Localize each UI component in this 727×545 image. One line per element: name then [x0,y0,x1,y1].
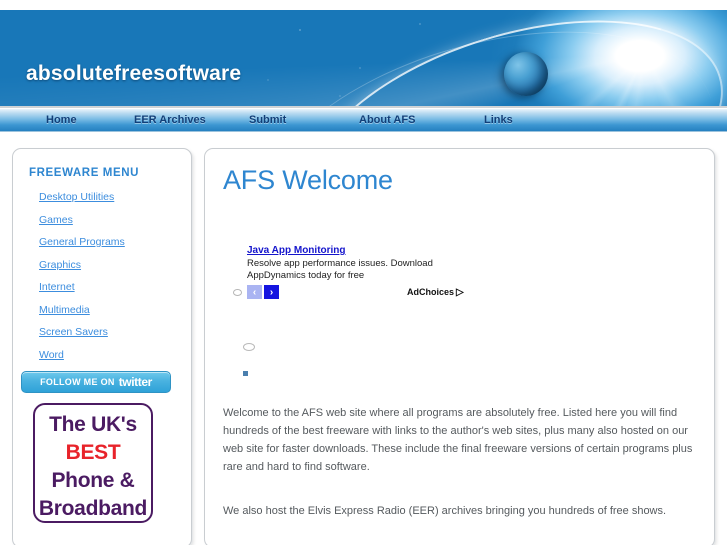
nav-item-eer-archives[interactable]: EER Archives [134,114,249,126]
ad-description-line-2: AppDynamics today for free [247,270,365,281]
uk-ad-line-2: BEST [65,441,121,464]
ad-description-line-1: Resolve app performance issues. Download [247,258,433,269]
broken-image-placeholder-icon [243,343,255,351]
text-advertisement-block: Java App Monitoring Resolve app performa… [223,240,696,299]
ad-title-link[interactable]: Java App Monitoring [247,245,346,256]
nav-item-home[interactable]: Home [46,114,134,126]
sidebar-item-graphics[interactable]: Graphics [39,259,191,271]
follow-on-twitter-button[interactable]: Follow me on twitter [21,371,171,393]
adchoices-triangle-icon: ▷ [456,286,464,298]
main-navigation-bar: Home EER Archives Submit About AFS Links [0,108,727,132]
sidebar-heading: FREEWARE MENU [29,167,140,179]
ad-controls: ‹ › AdChoices ▷ [233,285,696,299]
sidebar-panel: FREEWARE MENU Desktop Utilities Games Ge… [12,148,192,545]
sidebar-menu-list: Desktop Utilities Games General Programs… [13,191,191,361]
uk-ad-line-3: Phone & [51,469,135,492]
sidebar-item-desktop-utilities[interactable]: Desktop Utilities [39,191,191,203]
uk-ad-line-4: Broadband [38,497,148,520]
ad-bullet-icon [233,288,242,296]
moon-planet-icon [504,52,548,96]
page-body: FREEWARE MENU Desktop Utilities Games Ge… [0,132,727,545]
page-title: AFS Welcome [223,165,393,195]
top-white-strip [0,0,727,10]
welcome-paragraph-2: We also host the Elvis Express Radio (EE… [223,505,667,517]
main-content-panel: AFS Welcome Java App Monitoring Resolve … [204,148,715,545]
sidebar-item-general-programs[interactable]: General Programs [39,236,191,248]
twitter-brand-label: twitter [118,375,153,389]
small-marker-icon [243,371,248,376]
sidebar-item-internet[interactable]: Internet [39,281,191,293]
site-header-banner: absolutefreesoftware [0,10,727,108]
adchoices-label[interactable]: AdChoices ▷ [407,287,464,298]
nav-item-about-afs[interactable]: About AFS [359,114,484,126]
sidebar-item-multimedia[interactable]: Multimedia [39,304,191,316]
site-title: absolutefreesoftware [26,62,242,85]
twitter-button-prefix: Follow me on [40,377,115,387]
nav-item-links[interactable]: Links [484,114,513,126]
nav-item-submit[interactable]: Submit [249,114,359,126]
adchoices-text: AdChoices [407,286,455,297]
welcome-paragraph-1: Welcome to the AFS web site where all pr… [223,407,693,473]
sidebar-item-word[interactable]: Word [39,349,191,361]
ad-prev-arrow-icon[interactable]: ‹ [247,285,262,299]
ad-next-arrow-icon[interactable]: › [264,285,279,299]
nav-item-list: Home EER Archives Submit About AFS Links [0,109,727,131]
sidebar-item-games[interactable]: Games [39,214,191,226]
sidebar-item-screen-savers[interactable]: Screen Savers [39,326,191,338]
uk-ad-line-1: The UK's [49,413,137,436]
uk-broadband-ad-banner[interactable]: The UK's BEST Phone & Broadband [33,403,153,523]
